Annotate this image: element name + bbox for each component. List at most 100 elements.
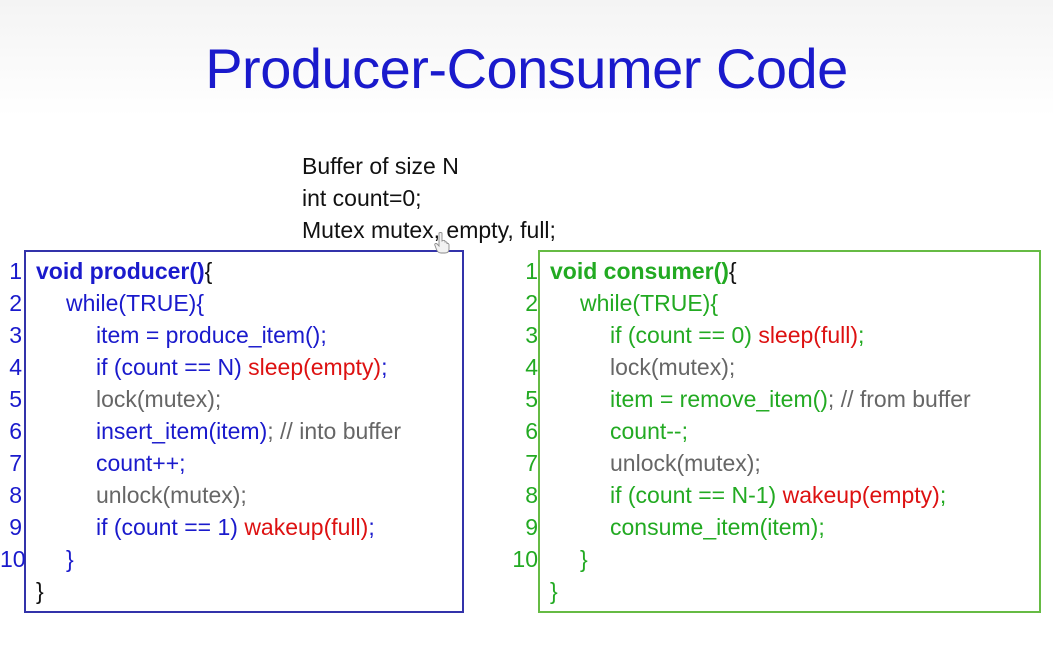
consumer-code-line: 1 void consumer(){ (506, 255, 1051, 287)
line-number: 3 (9, 322, 22, 348)
code-text: insert_item(item); // into buffer (96, 415, 401, 447)
line-number: 4 (9, 354, 22, 380)
line-number: 5 (525, 386, 538, 412)
code-text: if (count == N-1) wakeup(empty); (610, 479, 946, 511)
code-token: if (count == 1) (96, 514, 245, 540)
consumer-code-lines: 1 void consumer(){2 while(TRUE){3 if (count… (506, 255, 1051, 607)
consumer-code-line: 3 if (count == 0) sleep(full); (506, 319, 1051, 351)
code-token: insert_item(item) (96, 418, 268, 444)
code-text: void producer(){ (36, 255, 212, 287)
code-token: if (count == 0) (610, 322, 759, 348)
code-text: lock(mutex); (610, 351, 735, 383)
code-text: consume_item(item); (610, 511, 825, 543)
code-token: } (36, 578, 44, 604)
code-token: ; // into buffer (267, 418, 402, 444)
line-number: 2 (525, 290, 538, 316)
code-text: while(TRUE){ (66, 287, 204, 319)
code-token: { (728, 258, 737, 284)
producer-code-line: 8 unlock(mutex); (0, 479, 470, 511)
code-token: while(TRUE){ (580, 290, 719, 316)
consumer-code-line: 5 item = remove_item(); // from buffer (506, 383, 1051, 415)
producer-code-line: 4 if (count == N) sleep(empty); (0, 351, 470, 383)
producer-code-line: 5 lock(mutex); (0, 383, 470, 415)
code-text: void consumer(){ (550, 255, 737, 287)
code-token: } (580, 546, 588, 572)
code-text: lock(mutex); (96, 383, 221, 415)
global-declarations: Buffer of size N int count=0; Mutex mute… (302, 150, 556, 246)
producer-code-line: 9 if (count == 1) wakeup(full); (0, 511, 470, 543)
consumer-code-line: 2 while(TRUE){ (506, 287, 1051, 319)
producer-code-line: 10} (0, 543, 470, 575)
code-token: lock(mutex); (96, 386, 222, 412)
code-token: ; // from buffer (827, 386, 971, 412)
code-token: sleep(full) (758, 322, 859, 348)
code-text: if (count == 1) wakeup(full); (96, 511, 375, 543)
line-number: 9 (9, 514, 22, 540)
slide-title: Producer-Consumer Code (205, 37, 848, 100)
code-token: count--; (610, 418, 688, 444)
producer-code-line: 6 insert_item(item); // into buffer (0, 415, 470, 447)
producer-code-lines: 1 void producer(){2 while(TRUE){3 item = pr… (0, 255, 470, 607)
consumer-code-line: 8 if (count == N-1) wakeup(empty); (506, 479, 1051, 511)
producer-code-line: 3 item = produce_item(); (0, 319, 470, 351)
global-line: Buffer of size N (302, 153, 459, 179)
consumer-code-line: 7 unlock(mutex); (506, 447, 1051, 479)
producer-code-line: 7 count++; (0, 447, 470, 479)
code-token: if (count == N-1) (610, 482, 783, 508)
code-token: ; (939, 482, 947, 508)
code-text: unlock(mutex); (96, 479, 247, 511)
code-token: item = produce_item(); (96, 322, 327, 348)
code-text: } (550, 575, 558, 607)
code-text: item = produce_item(); (96, 319, 327, 351)
code-text: while(TRUE){ (580, 287, 718, 319)
line-number: 1 (525, 258, 538, 284)
code-text: } (580, 543, 588, 575)
line-number: 9 (525, 514, 538, 540)
code-token: { (204, 258, 213, 284)
code-token: } (66, 546, 74, 572)
line-number: 7 (9, 450, 22, 476)
code-token: while(TRUE){ (66, 290, 205, 316)
code-token: ; (368, 514, 375, 540)
line-number: 8 (9, 482, 22, 508)
code-text: if (count == N) sleep(empty); (96, 351, 387, 383)
code-token: void consumer() (550, 258, 729, 284)
line-number: 7 (525, 450, 538, 476)
code-token: ; (381, 354, 388, 380)
code-token: wakeup(empty) (782, 482, 940, 508)
code-token: } (550, 578, 558, 604)
code-token: count++; (96, 450, 186, 476)
code-token: consume_item(item); (610, 514, 825, 540)
code-text: } (66, 543, 74, 575)
consumer-code-line: 4 lock(mutex); (506, 351, 1051, 383)
line-number: 5 (9, 386, 22, 412)
consumer-code-line: } (506, 575, 1051, 607)
line-number: 6 (9, 418, 22, 444)
consumer-code-line: 6 count--; (506, 415, 1051, 447)
code-token: void producer() (36, 258, 205, 284)
code-text: count--; (610, 415, 688, 447)
code-token: unlock(mutex); (96, 482, 247, 508)
line-number: 8 (525, 482, 538, 508)
hand-pointer-icon (434, 232, 450, 254)
line-number: 2 (9, 290, 22, 316)
producer-code-line: } (0, 575, 470, 607)
line-number: 10 (0, 546, 26, 572)
code-token: ; (858, 322, 865, 348)
line-number: 10 (512, 546, 538, 572)
code-token: if (count == N) (96, 354, 249, 380)
line-number: 1 (9, 258, 22, 284)
code-token: unlock(mutex); (610, 450, 761, 476)
producer-code-line: 2 while(TRUE){ (0, 287, 470, 319)
global-line: Mutex mutex, empty, full; (302, 217, 556, 243)
code-token: item = remove_item() (610, 386, 828, 412)
code-text: if (count == 0) sleep(full); (610, 319, 864, 351)
consumer-code-line: 9 consume_item(item); (506, 511, 1051, 543)
code-text: } (36, 575, 44, 607)
code-token: lock(mutex); (610, 354, 736, 380)
global-line: int count=0; (302, 185, 422, 211)
code-text: count++; (96, 447, 186, 479)
producer-code-line: 1 void producer(){ (0, 255, 470, 287)
consumer-code-line: 10} (506, 543, 1051, 575)
code-token: sleep(empty) (248, 354, 382, 380)
